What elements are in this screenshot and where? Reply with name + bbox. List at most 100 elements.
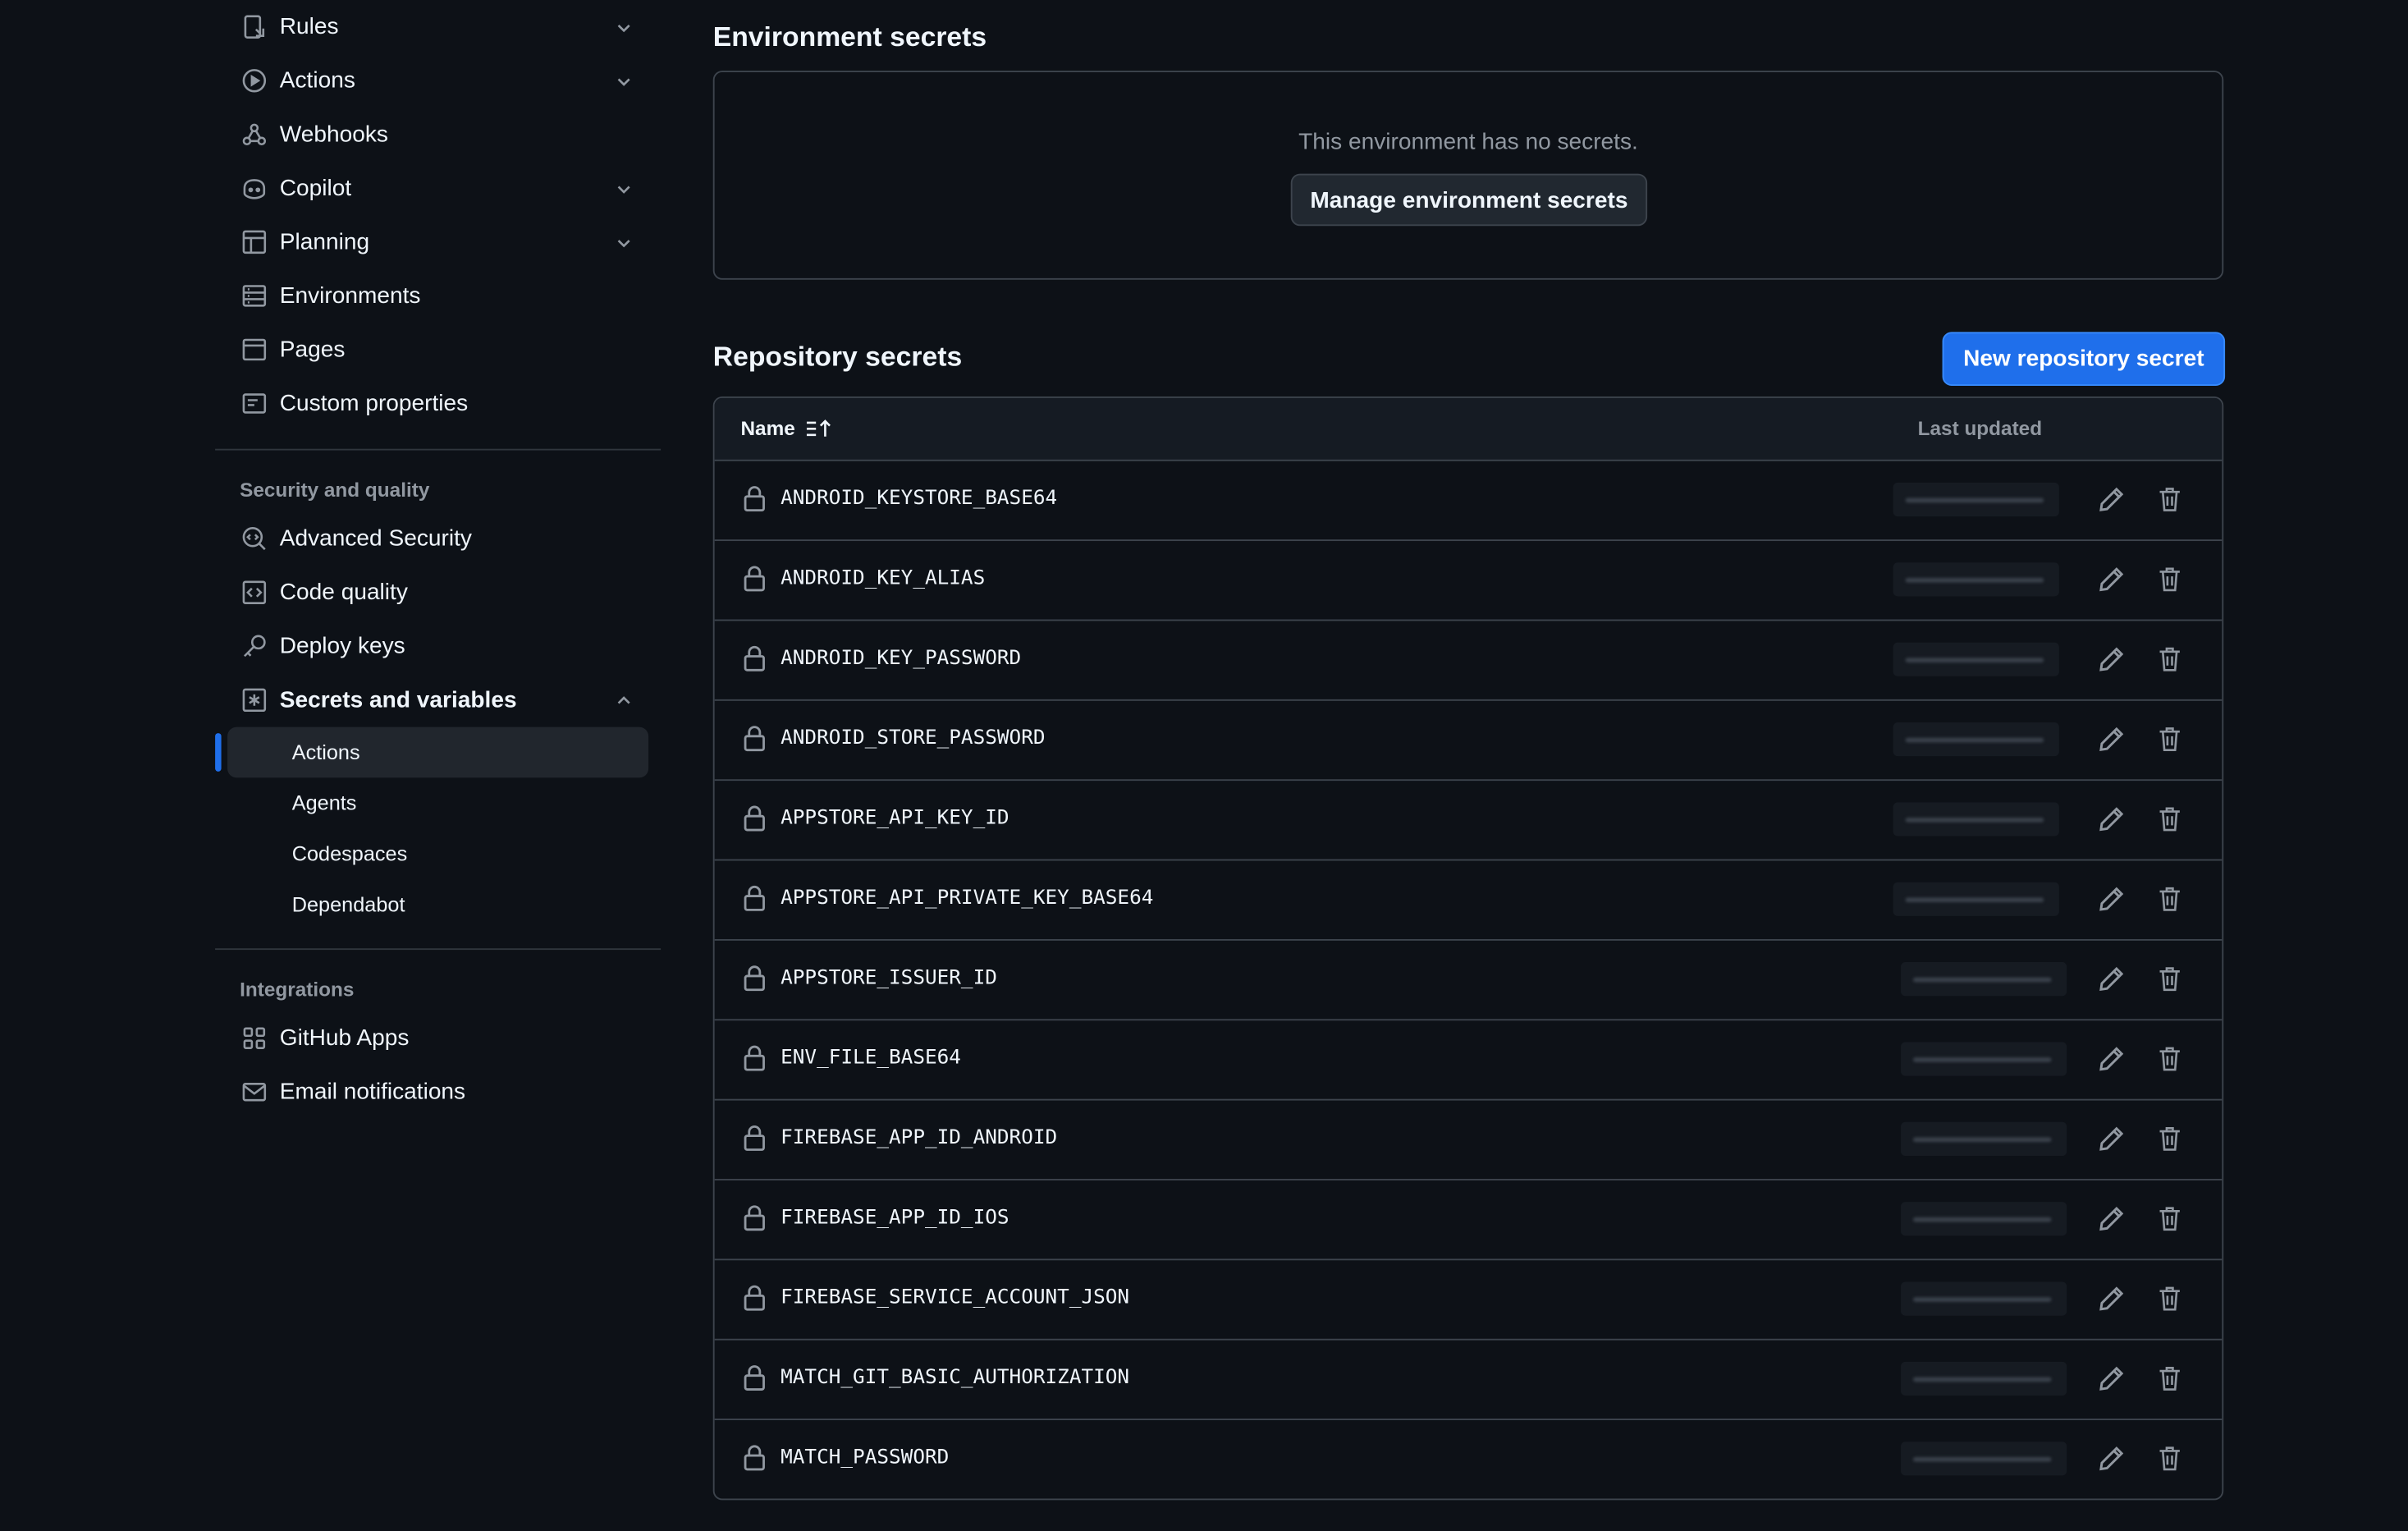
trash-icon[interactable] (2158, 965, 2182, 993)
sidebar-item-environments[interactable]: Environments (215, 269, 661, 323)
chevron-up-icon[interactable] (615, 691, 633, 709)
trash-icon[interactable] (2158, 1285, 2182, 1313)
sidebar-subitem-agents[interactable]: Agents (227, 777, 648, 828)
last-updated-value (1901, 1281, 2067, 1316)
table-row: ANDROID_KEY_ALIAS (714, 541, 2223, 621)
trash-icon[interactable] (2158, 645, 2182, 673)
sidebar-subitem-label: Codespaces (291, 842, 408, 866)
asterisk-icon (240, 686, 268, 714)
sort-ascending-icon[interactable] (806, 417, 834, 438)
sidebar-subitem-label: Actions (291, 740, 360, 764)
pencil-icon[interactable] (2098, 885, 2126, 913)
trash-icon[interactable] (2158, 1445, 2182, 1473)
sidebar-item-custom-properties[interactable]: Custom properties (215, 377, 661, 431)
key-icon (240, 632, 268, 660)
sidebar-item-label: GitHub Apps (279, 1024, 410, 1052)
secret-name: APPSTORE_API_PRIVATE_KEY_BASE64 (781, 887, 1154, 910)
sidebar-item-code-quality[interactable]: Code quality (215, 566, 661, 620)
chevron-down-icon[interactable] (615, 179, 633, 197)
sidebar-subitem-codespaces[interactable]: Codespaces (227, 828, 648, 879)
pencil-icon[interactable] (2098, 965, 2126, 993)
webhook-icon (240, 121, 268, 149)
secret-name: APPSTORE_API_KEY_ID (781, 806, 1009, 831)
secret-name: MATCH_PASSWORD (781, 1446, 950, 1469)
secret-name: APPSTORE_ISSUER_ID (781, 966, 997, 990)
table-row: ENV_FILE_BASE64 (714, 1020, 2223, 1101)
sidebar-item-pages[interactable]: Pages (215, 323, 661, 377)
name-column-header[interactable]: Name (740, 416, 833, 439)
sidebar-divider (215, 948, 662, 951)
sidebar-top-items: Rules Actions Webhooks Copilot Planning (215, 0, 661, 430)
last-updated-value (1893, 642, 2059, 676)
table-header: Name Last updated (714, 397, 2223, 461)
pencil-icon[interactable] (2098, 1285, 2126, 1313)
sidebar-item-advanced-security[interactable]: Advanced Security (215, 511, 661, 566)
sidebar-item-label: Rules (279, 13, 339, 40)
last-updated-value (1901, 1202, 2067, 1236)
table-row: APPSTORE_API_KEY_ID (714, 781, 2223, 861)
trash-icon[interactable] (2158, 726, 2182, 754)
secret-name: ENV_FILE_BASE64 (781, 1047, 961, 1070)
sidebar-item-deploy-keys[interactable]: Deploy keys (215, 620, 661, 674)
secret-name: FIREBASE_APP_ID_IOS (781, 1206, 1009, 1230)
trash-icon[interactable] (2158, 486, 2182, 514)
sidebar-item-actions[interactable]: Actions (215, 54, 661, 108)
sidebar-item-email-notifications[interactable]: Email notifications (215, 1066, 661, 1120)
sidebar-item-label: Copilot (279, 175, 352, 202)
sidebar-item-planning[interactable]: Planning (215, 215, 661, 269)
sidebar-item-webhooks[interactable]: Webhooks (215, 108, 661, 162)
sidebar-item-copilot[interactable]: Copilot (215, 162, 661, 216)
trash-icon[interactable] (2158, 1205, 2182, 1233)
manage-environment-secrets-button[interactable]: Manage environment secrets (1290, 173, 1648, 227)
chevron-down-icon[interactable] (615, 233, 633, 251)
pencil-icon[interactable] (2098, 1125, 2126, 1153)
lock-icon (744, 1205, 765, 1231)
last-updated-value (1893, 802, 2059, 837)
trash-icon[interactable] (2158, 1365, 2182, 1393)
lock-icon (744, 486, 765, 512)
new-repository-secret-button[interactable]: New repository secret (1942, 332, 2226, 386)
pencil-icon[interactable] (2098, 1445, 2126, 1473)
sidebar-item-label: Actions (279, 67, 355, 94)
pencil-icon[interactable] (2098, 1365, 2126, 1393)
sidebar-item-label: Secrets and variables (279, 686, 517, 713)
pencil-icon[interactable] (2098, 566, 2126, 594)
browser-icon (240, 336, 268, 364)
lock-icon (744, 566, 765, 592)
sidebar-subitem-dependabot[interactable]: Dependabot (227, 879, 648, 930)
lock-icon (744, 965, 765, 992)
trash-icon[interactable] (2158, 1045, 2182, 1073)
sidebar-item-label: Deploy keys (279, 633, 405, 660)
sidebar-item-label: Environments (279, 282, 421, 309)
sidebar-item-github-apps[interactable]: GitHub Apps (215, 1011, 661, 1066)
sidebar-item-rules[interactable]: Rules (215, 0, 661, 54)
sidebar-item-label: Webhooks (279, 121, 388, 148)
pencil-icon[interactable] (2098, 726, 2126, 754)
pencil-icon[interactable] (2098, 805, 2126, 833)
pencil-icon[interactable] (2098, 1045, 2126, 1073)
active-indicator (215, 733, 222, 772)
chevron-down-icon[interactable] (615, 71, 633, 89)
secret-name: ANDROID_KEYSTORE_BASE64 (781, 487, 1058, 511)
table-body: ANDROID_KEYSTORE_BASE64 ANDROID_KEY_ALIAS… (714, 461, 2223, 1499)
pencil-icon[interactable] (2098, 1205, 2126, 1233)
section-heading-integrations: Integrations (240, 976, 355, 1000)
lock-icon (744, 1445, 765, 1471)
sidebar-subitem-actions[interactable]: Actions (215, 727, 649, 778)
pencil-icon[interactable] (2098, 486, 2126, 514)
trash-icon[interactable] (2158, 805, 2182, 833)
trash-icon[interactable] (2158, 566, 2182, 594)
lock-icon (744, 1125, 765, 1151)
code-square-icon (240, 579, 268, 607)
sidebar-item-secrets-and-variables[interactable]: Secrets and variables (215, 673, 661, 727)
chevron-down-icon[interactable] (615, 18, 633, 36)
last-updated-value (1901, 962, 2067, 997)
table-row: ANDROID_STORE_PASSWORD (714, 701, 2223, 782)
trash-icon[interactable] (2158, 885, 2182, 913)
secret-name: FIREBASE_APP_ID_ANDROID (781, 1126, 1058, 1150)
environment-empty-message: This environment has no secrets. (1298, 129, 1638, 156)
table-row: ANDROID_KEYSTORE_BASE64 (714, 461, 2223, 542)
pencil-icon[interactable] (2098, 645, 2126, 673)
trash-icon[interactable] (2158, 1125, 2182, 1153)
secret-name: ANDROID_STORE_PASSWORD (781, 727, 1046, 750)
